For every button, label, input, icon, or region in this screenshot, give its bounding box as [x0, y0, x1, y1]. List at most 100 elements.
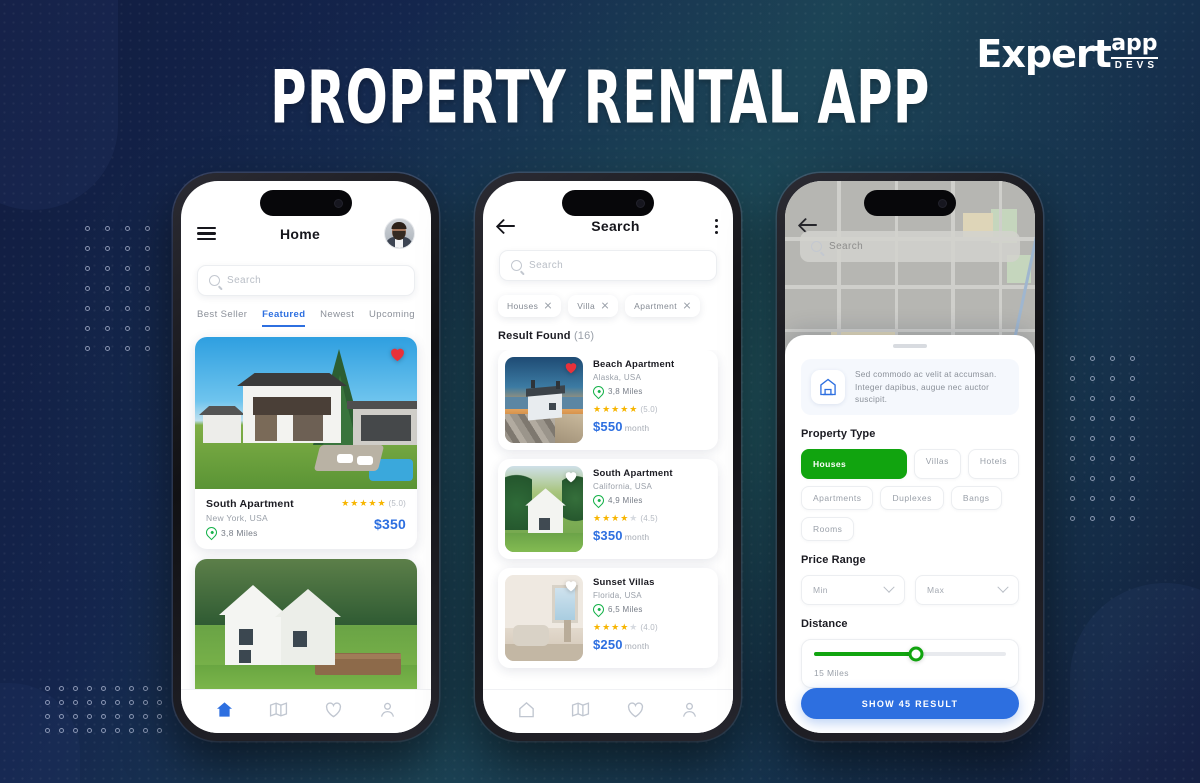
filter-chip-apartment[interactable]: Apartment — [625, 295, 700, 317]
page-title-home: Home — [279, 225, 321, 242]
slider-knob[interactable] — [908, 646, 924, 662]
search-result-row[interactable]: Sunset Villas Florida, USA 6,5 Miles ★★★… — [498, 568, 718, 668]
search-result-info: Sunset Villas Florida, USA 6,5 Miles ★★★… — [590, 575, 711, 661]
decor-dot — [1070, 396, 1075, 401]
heart-icon[interactable] — [626, 700, 645, 719]
decor-dot — [125, 306, 130, 311]
decor-dot — [1130, 456, 1135, 461]
tab-featured[interactable]: Featured — [262, 309, 306, 327]
decor-dot — [101, 686, 106, 691]
filter-screen: Search $320 Sed commodo ac velit at accu… — [785, 181, 1035, 733]
decor-dot — [145, 306, 150, 311]
tab-best-seller[interactable]: Best Seller — [197, 309, 247, 327]
property-location: Florida, USA — [593, 591, 642, 600]
decor-dot — [45, 686, 50, 691]
decor-dot — [1130, 476, 1135, 481]
property-type-rooms[interactable]: Rooms — [801, 517, 855, 542]
favorite-heart-icon[interactable] — [564, 470, 578, 483]
property-thumbnail — [505, 466, 583, 552]
expertappdevs-logo: Expert app DEVS — [976, 33, 1158, 73]
property-price: $550 month — [593, 419, 711, 434]
decor-dot — [129, 700, 134, 705]
decor-dot — [1110, 396, 1115, 401]
decor-dot — [73, 714, 78, 719]
map-icon[interactable] — [571, 700, 590, 719]
filter-bottom-sheet: Sed commodo ac velit at accumsan. Intege… — [785, 335, 1035, 733]
decor-dot — [115, 714, 120, 719]
decor-dot — [105, 226, 110, 231]
result-count: (16) — [573, 330, 595, 342]
back-arrow-icon[interactable] — [498, 219, 516, 233]
property-thumbnail — [505, 357, 583, 443]
map-icon[interactable] — [269, 700, 288, 719]
property-type-duplexes[interactable]: Duplexes — [880, 486, 944, 511]
decor-dot — [157, 700, 162, 705]
property-type-title: Property Type — [801, 428, 876, 441]
search-input[interactable]: Search — [197, 265, 415, 296]
search-input[interactable]: Search — [800, 231, 1020, 262]
decor-dot — [129, 714, 134, 719]
search-result-row[interactable]: Beach Apartment Alaska, USA 3,8 Miles ★★… — [498, 350, 718, 450]
sheet-grabber-handle[interactable] — [893, 344, 927, 348]
property-name: South Apartment — [206, 498, 294, 510]
decor-dot — [59, 686, 64, 691]
tab-newest[interactable]: Newest — [320, 309, 354, 327]
heart-icon[interactable] — [324, 700, 343, 719]
dynamic-island — [864, 190, 956, 216]
property-distance-value: 4,9 Miles — [608, 496, 643, 505]
property-card[interactable] — [195, 559, 417, 689]
decor-dot — [1070, 516, 1075, 521]
decor-dot — [45, 714, 50, 719]
decor-dot — [143, 714, 148, 719]
profile-icon[interactable] — [680, 700, 699, 719]
kebab-menu-icon[interactable] — [715, 218, 718, 234]
property-type-houses[interactable]: Houses — [801, 449, 907, 480]
property-card[interactable]: South Apartment New York, USA 3,8 Miles … — [195, 337, 417, 549]
search-input[interactable]: Search — [499, 250, 717, 281]
profile-icon[interactable] — [378, 700, 397, 719]
favorite-heart-icon[interactable] — [389, 346, 406, 362]
decor-dot — [125, 226, 130, 231]
property-price: $250 month — [593, 637, 711, 652]
close-icon[interactable] — [601, 302, 609, 310]
rating-value: (5.0) — [388, 499, 406, 508]
decor-dot — [101, 728, 106, 733]
home-icon[interactable] — [215, 700, 234, 719]
decor-dot — [145, 286, 150, 291]
price-period: month — [624, 532, 650, 542]
decor-dot — [73, 686, 78, 691]
filter-chip-villa[interactable]: Villa — [568, 295, 619, 317]
avatar[interactable] — [383, 218, 415, 249]
property-type-hotels[interactable]: Hotels — [967, 449, 1019, 480]
distance-slider[interactable] — [814, 646, 1006, 662]
property-card-body: South Apartment New York, USA 3,8 Miles … — [195, 489, 417, 549]
decor-dot — [1090, 436, 1095, 441]
property-location: New York, USA — [206, 513, 269, 523]
info-note-text: Sed commodo ac velit at accumsan. Intege… — [855, 368, 997, 405]
property-type-bangs[interactable]: Bangs — [950, 486, 1002, 511]
decor-dot — [85, 266, 90, 271]
search-result-row[interactable]: South Apartment California, USA 4,9 Mile… — [498, 459, 718, 559]
show-result-button[interactable]: SHOW 45 RESULT — [801, 688, 1019, 719]
decor-dot — [157, 728, 162, 733]
favorite-heart-icon[interactable] — [564, 361, 578, 374]
result-found-text: Result Found — [498, 330, 571, 342]
price-min-select[interactable]: Min — [801, 575, 905, 606]
favorite-heart-icon[interactable] — [564, 579, 578, 592]
tab-upcoming[interactable]: Upcoming — [369, 309, 415, 327]
decor-dot-grid-left — [85, 226, 165, 366]
close-icon[interactable] — [683, 302, 691, 310]
price-range-selects: Min Max — [801, 575, 1019, 606]
home-icon[interactable] — [517, 700, 536, 719]
filter-chip-houses[interactable]: Houses — [498, 295, 562, 317]
price-max-value: Max — [927, 585, 945, 596]
property-type-villas[interactable]: Villas — [913, 449, 961, 480]
property-type-apartments[interactable]: Apartments — [801, 486, 874, 511]
decor-dot — [1090, 516, 1095, 521]
decor-dot — [125, 246, 130, 251]
decor-dot — [157, 714, 162, 719]
price-max-select[interactable]: Max — [915, 575, 1019, 606]
property-distance: 4,9 Miles — [590, 492, 711, 509]
close-icon[interactable] — [544, 302, 552, 310]
hamburger-icon[interactable] — [197, 225, 216, 243]
